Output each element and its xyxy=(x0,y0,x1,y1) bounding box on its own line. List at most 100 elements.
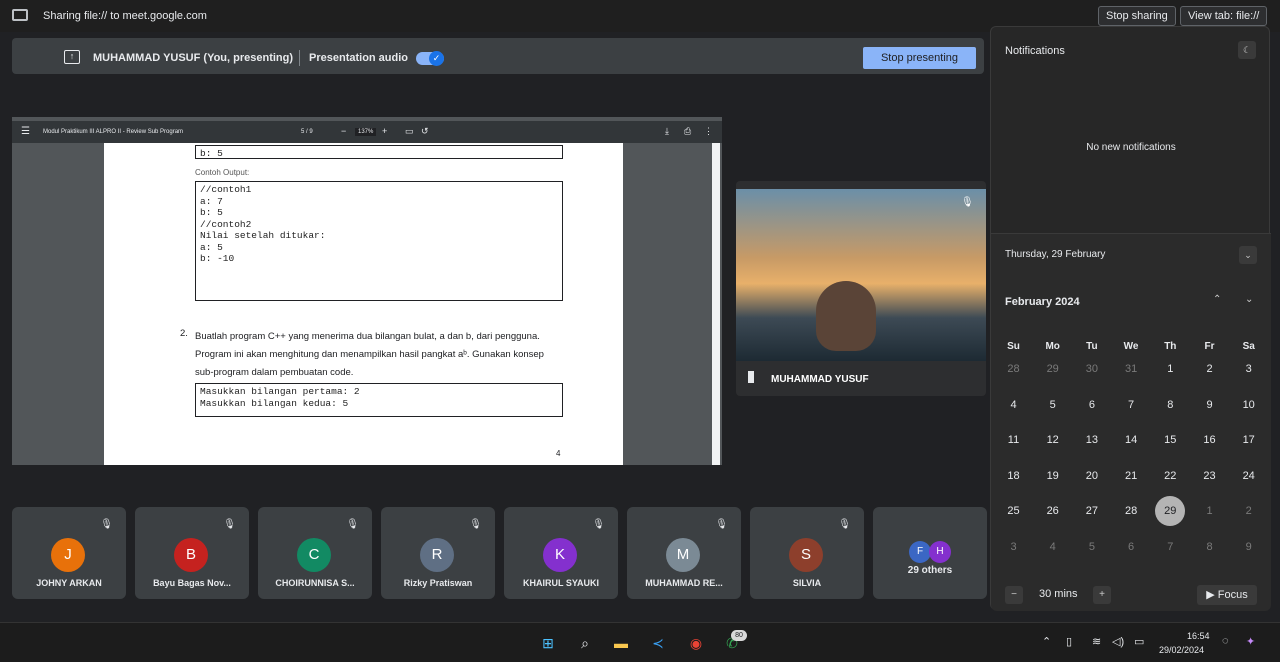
calendar-day[interactable]: 5 xyxy=(1072,532,1111,562)
calendar-day[interactable]: 7 xyxy=(1151,532,1190,562)
previous-month-icon[interactable]: ⌃ xyxy=(1213,294,1221,305)
participant-tile[interactable]: 🎙 M MUHAMMAD RE... xyxy=(627,507,741,599)
calendar-day[interactable]: 17 xyxy=(1229,425,1268,455)
notification-bell-icon[interactable]: ◌ xyxy=(1222,635,1229,647)
calendar-day[interactable]: 3 xyxy=(1229,354,1268,384)
divider xyxy=(299,50,300,66)
calendar-day[interactable]: 28 xyxy=(1112,496,1151,526)
calendar-day[interactable]: 6 xyxy=(1112,532,1151,562)
presenter-video-name: MUHAMMAD YUSUF xyxy=(771,374,869,385)
calendar-day[interactable]: 14 xyxy=(1112,425,1151,455)
others-tile[interactable]: F H 29 others xyxy=(873,507,987,599)
calendar-day[interactable]: 11 xyxy=(994,425,1033,455)
calendar-day[interactable]: 5 xyxy=(1033,390,1072,420)
presenter-video-tile[interactable]: 🎙 MUHAMMAD YUSUF xyxy=(736,181,986,396)
print-icon[interactable]: ⎙ xyxy=(684,126,691,137)
avatar: M xyxy=(666,538,700,572)
calendar-month[interactable]: February 2024 xyxy=(1005,296,1080,308)
presenter-video xyxy=(736,189,986,361)
calendar-day[interactable]: 7 xyxy=(1112,390,1151,420)
clock-date[interactable]: 29/02/2024 xyxy=(1159,645,1204,655)
wifi-icon[interactable]: ≋ xyxy=(1092,635,1101,648)
calendar-day[interactable]: 12 xyxy=(1033,425,1072,455)
next-month-icon[interactable]: ⌄ xyxy=(1245,294,1253,305)
participant-tile[interactable]: 🎙 J JOHNY ARKAN xyxy=(12,507,126,599)
zoom-in-icon[interactable]: + xyxy=(382,126,387,136)
calendar-day[interactable]: 22 xyxy=(1151,461,1190,491)
participant-tile[interactable]: 🎙 K KHAIRUL SYAUKI xyxy=(504,507,618,599)
view-tab-button[interactable]: View tab: file:// xyxy=(1180,6,1268,26)
calendar-day[interactable]: 8 xyxy=(1190,532,1229,562)
calendar-day[interactable]: 3 xyxy=(994,532,1033,562)
collapse-icon[interactable]: ⌄ xyxy=(1239,246,1257,264)
calendar-day[interactable]: 2 xyxy=(1229,496,1268,526)
calendar-day[interactable]: 1 xyxy=(1151,354,1190,384)
participant-tile[interactable]: 🎙 R Rizky Pratiswan xyxy=(381,507,495,599)
file-explorer-icon[interactable]: ▬ xyxy=(609,631,633,655)
calendar-day[interactable]: 21 xyxy=(1112,461,1151,491)
participant-name: SILVIA xyxy=(792,578,822,588)
mic-off-icon: 🎙 xyxy=(223,519,236,530)
battery-status-icon[interactable]: ▭ xyxy=(1134,635,1144,648)
page-footer-number: 4 xyxy=(556,449,561,458)
copilot-icon[interactable]: ✦ xyxy=(1246,635,1255,648)
calendar-day[interactable]: 29 xyxy=(1033,354,1072,384)
menu-icon[interactable]: ☰ xyxy=(21,126,30,137)
screen-share-icon xyxy=(12,9,28,21)
more-options-icon[interactable]: ⋮ xyxy=(704,126,713,137)
calendar-day[interactable]: 1 xyxy=(1190,496,1229,526)
calendar-day[interactable]: 9 xyxy=(1190,390,1229,420)
search-icon[interactable]: ⌕ xyxy=(573,631,597,655)
chrome-icon[interactable]: ◉ xyxy=(684,631,708,655)
calendar-day[interactable]: 31 xyxy=(1112,354,1151,384)
calendar-day[interactable]: 27 xyxy=(1072,496,1111,526)
pdf-page: b: 5 Contoh Output: //contoh1 a: 7 b: 5 … xyxy=(104,143,623,465)
pdf-scrollbar[interactable] xyxy=(712,143,720,465)
increase-icon[interactable]: + xyxy=(1093,586,1111,604)
calendar-day[interactable]: 10 xyxy=(1229,390,1268,420)
page-indicator[interactable]: 5 / 9 xyxy=(301,129,313,135)
calendar-day[interactable]: 16 xyxy=(1190,425,1229,455)
calendar-day[interactable]: 2 xyxy=(1190,354,1229,384)
clock-time[interactable]: 16:54 xyxy=(1187,631,1210,641)
calendar-day[interactable]: 15 xyxy=(1151,425,1190,455)
calendar-day[interactable]: 4 xyxy=(1033,532,1072,562)
start-icon[interactable]: ⊞ xyxy=(536,631,560,655)
calendar-day[interactable]: 4 xyxy=(994,390,1033,420)
participant-name: Rizky Pratiswan xyxy=(403,578,473,588)
calendar-day[interactable]: 13 xyxy=(1072,425,1111,455)
vscode-icon[interactable]: ≺ xyxy=(646,631,670,655)
download-icon[interactable]: ⤓ xyxy=(665,126,669,137)
do-not-disturb-icon[interactable]: ☾ xyxy=(1238,41,1256,59)
volume-icon[interactable]: ◁) xyxy=(1112,635,1124,648)
stop-presenting-button[interactable]: Stop presenting xyxy=(863,47,976,69)
calendar-day[interactable]: 28 xyxy=(994,354,1033,384)
participant-tile[interactable]: 🎙 B Bayu Bagas Nov... xyxy=(135,507,249,599)
zoom-out-icon[interactable]: − xyxy=(341,126,346,136)
show-hidden-icons-icon[interactable]: ⌃ xyxy=(1042,635,1051,648)
calendar-day[interactable]: 9 xyxy=(1229,532,1268,562)
calendar-day[interactable]: 24 xyxy=(1229,461,1268,491)
calendar-day[interactable]: 18 xyxy=(994,461,1033,491)
calendar-day[interactable]: 20 xyxy=(1072,461,1111,491)
question-number: 2. xyxy=(180,328,188,339)
calendar-day[interactable]: 25 xyxy=(994,496,1033,526)
calendar-day[interactable]: 23 xyxy=(1190,461,1229,491)
calendar-day[interactable]: 30 xyxy=(1072,354,1111,384)
decrease-icon[interactable]: − xyxy=(1005,586,1023,604)
calendar-day[interactable]: 19 xyxy=(1033,461,1072,491)
calendar-day[interactable]: 26 xyxy=(1033,496,1072,526)
presentation-audio-toggle[interactable]: ✓ xyxy=(416,51,444,66)
calendar-day[interactable]: 6 xyxy=(1072,390,1111,420)
rotate-icon[interactable]: ↺ xyxy=(421,126,429,137)
zoom-level[interactable]: 137% xyxy=(355,128,377,136)
focus-button[interactable]: ▶ Focus xyxy=(1197,585,1257,605)
fit-page-icon[interactable]: ▭ xyxy=(405,126,414,137)
participant-tile[interactable]: 🎙 C CHOIRUNNISA S... xyxy=(258,507,372,599)
stop-sharing-button[interactable]: Stop sharing xyxy=(1098,6,1176,26)
participant-tile[interactable]: 🎙 S SILVIA xyxy=(750,507,864,599)
calendar-day[interactable]: 29 xyxy=(1151,496,1190,526)
mic-off-icon: 🎙 xyxy=(592,519,605,530)
calendar-day[interactable]: 8 xyxy=(1151,390,1190,420)
battery-icon[interactable]: ▯ xyxy=(1066,635,1072,648)
